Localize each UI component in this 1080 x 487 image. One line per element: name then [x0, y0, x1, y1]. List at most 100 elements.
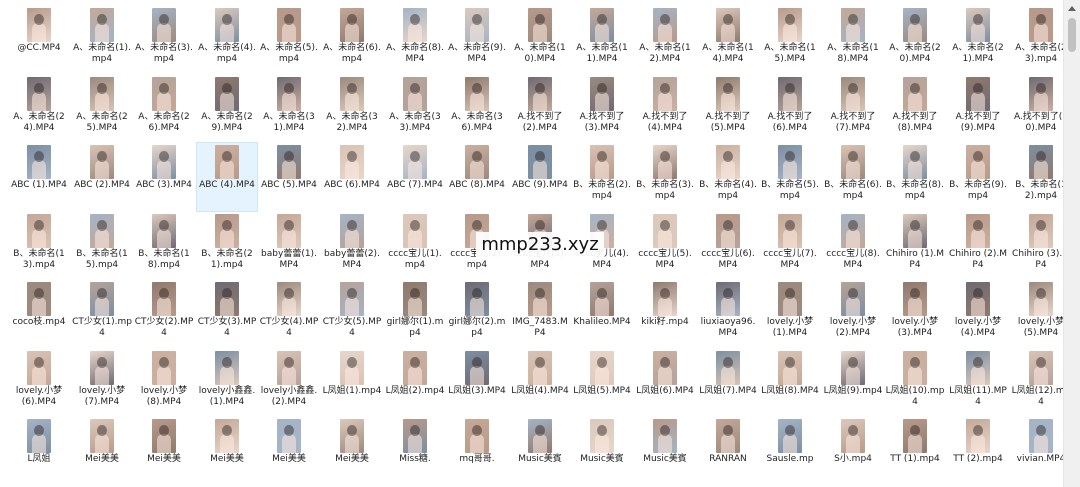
file-item[interactable]: ABC (6).MP4	[322, 143, 382, 211]
file-item[interactable]: coco枝.mp4	[9, 280, 69, 348]
file-item[interactable]: CT少女(2).MP4	[134, 280, 194, 348]
file-item[interactable]: cccc宝儿(7).MP4	[760, 212, 820, 280]
file-item[interactable]: Chihiro (1).MP4	[885, 212, 945, 280]
file-item[interactable]: A、未命名(4).mp4	[197, 6, 257, 74]
file-item[interactable]: A、未命名(5).mp4	[259, 6, 319, 74]
file-item[interactable]: ABC (9).MP4	[510, 143, 570, 211]
file-item[interactable]: A、未命名(32).MP4	[322, 75, 382, 143]
file-item[interactable]: A、未命名(11).MP4	[572, 6, 632, 74]
file-item[interactable]: girl娜尔(2).mp4	[447, 280, 507, 348]
file-item[interactable]: B、未命名(2).mp4	[572, 143, 632, 211]
file-item[interactable]: A、未命名(9).MP4	[447, 6, 507, 74]
file-item[interactable]: A、未命名(23).mp4	[1011, 6, 1064, 74]
file-item[interactable]: lovely.小梦(8).MP4	[134, 349, 194, 417]
file-item[interactable]: cccc宝儿(6).MP4	[698, 212, 758, 280]
file-item[interactable]: B、未命名(8).mp4	[885, 143, 945, 211]
file-item[interactable]: A、未命名(18).MP4	[823, 6, 883, 74]
file-item[interactable]: A、未命名(10).MP4	[510, 6, 570, 74]
file-item[interactable]: Mei美美	[322, 417, 382, 485]
file-item[interactable]: Chihiro (2).MP4	[948, 212, 1008, 280]
file-item[interactable]: ABC (1).MP4	[9, 143, 69, 211]
file-item[interactable]: A、未命名(3).mp4	[134, 6, 194, 74]
file-item[interactable]: L凤姐(1).mp4	[322, 349, 382, 417]
file-item[interactable]: A.找不到了(5).MP4	[698, 75, 758, 143]
file-item[interactable]: A.找不到了(7).MP4	[823, 75, 883, 143]
file-item[interactable]: A.找不到了(2).MP4	[510, 75, 570, 143]
file-item[interactable]: L凤姐(10).mp4	[885, 349, 945, 417]
file-item[interactable]: lovely.小梦(4).MP4	[948, 280, 1008, 348]
file-item[interactable]: A、未命名(6).mp4	[322, 6, 382, 74]
file-item[interactable]: lovely小鑫鑫.(1).MP4	[197, 349, 257, 417]
file-item[interactable]: cccc宝儿(1).mp4	[385, 212, 445, 280]
file-item[interactable]: Khalileo.MP4	[572, 280, 632, 348]
file-item[interactable]: A.找不到了(10).MP4	[1011, 75, 1064, 143]
file-item[interactable]: girl娜尔(1).mp4	[385, 280, 445, 348]
file-item[interactable]: mq哥哥.	[447, 417, 507, 485]
file-item[interactable]: A、未命名(12).MP4	[635, 6, 695, 74]
file-item[interactable]: lovely.小梦(1).MP4	[760, 280, 820, 348]
file-item[interactable]: L凤姐(7).MP4	[698, 349, 758, 417]
file-item[interactable]: A、未命名(1).mp4	[72, 6, 132, 74]
file-item[interactable]: L凤姐(3).MP4	[447, 349, 507, 417]
file-item[interactable]: cccc宝儿(8).MP4	[823, 212, 883, 280]
file-item[interactable]: lovely.小梦(7).MP4	[72, 349, 132, 417]
file-item[interactable]: L凤姐(9).mp4	[823, 349, 883, 417]
file-item[interactable]: lovely.小梦(5).MP4	[1011, 280, 1064, 348]
file-item[interactable]: ABC (4).MP4	[196, 142, 258, 212]
file-item[interactable]: lovely.小梦(3).MP4	[885, 280, 945, 348]
file-item[interactable]: B、未命名(21).mp4	[197, 212, 257, 280]
file-item[interactable]: L凤姐(6).MP4	[635, 349, 695, 417]
file-item[interactable]: L凤姐	[9, 417, 69, 485]
file-item[interactable]: L凤姐(12).mp4	[1011, 349, 1064, 417]
file-item[interactable]: B、未命名(15).mp4	[72, 212, 132, 280]
file-item[interactable]: CT少女(3).MP4	[197, 280, 257, 348]
file-item[interactable]: B、未命名(18).mp4	[134, 212, 194, 280]
file-item[interactable]: A.找不到了(8).MP4	[885, 75, 945, 143]
file-item[interactable]: A、未命名(33).MP4	[385, 75, 445, 143]
file-item[interactable]: A、未命名(8).MP4	[385, 6, 445, 74]
file-item[interactable]: A、未命名(36).MP4	[447, 75, 507, 143]
file-item[interactable]: B、未命名(3).mp4	[635, 143, 695, 211]
file-item[interactable]: @CC.MP4	[9, 6, 69, 74]
file-item[interactable]: lovely小鑫鑫.(2).MP4	[259, 349, 319, 417]
file-item[interactable]: B、未命名(4).mp4	[698, 143, 758, 211]
file-item[interactable]: Sausle.mp	[760, 417, 820, 485]
file-item[interactable]: Mei美美	[72, 417, 132, 485]
file-item[interactable]: L凤姐(4).MP4	[510, 349, 570, 417]
file-item[interactable]: B、未命名(6).mp4	[823, 143, 883, 211]
file-item[interactable]: A、未命名(20).MP4	[885, 6, 945, 74]
file-item[interactable]: Mei美美	[134, 417, 194, 485]
file-item[interactable]: vivian.MP4	[1011, 417, 1064, 485]
file-item[interactable]: TT (1).mp4	[885, 417, 945, 485]
file-item[interactable]: cccc宝儿(5).MP4	[635, 212, 695, 280]
scroll-up-arrow-icon[interactable]	[1064, 0, 1080, 16]
file-item[interactable]: ABC (3).MP4	[134, 143, 194, 211]
file-item[interactable]: liuxiaoya96.MP4	[698, 280, 758, 348]
file-item[interactable]: Chihiro (3).MP4	[1011, 212, 1064, 280]
file-item[interactable]: CT少女(4).MP4	[259, 280, 319, 348]
file-item[interactable]: A、未命名(15).MP4	[760, 6, 820, 74]
file-item[interactable]: B、未命名(12).mp4	[1011, 143, 1064, 211]
file-item[interactable]: ABC (2).MP4	[72, 143, 132, 211]
file-item[interactable]: Miss糖.	[385, 417, 445, 485]
file-item[interactable]: TT (2).mp4	[948, 417, 1008, 485]
file-item[interactable]: A、未命名(25).MP4	[72, 75, 132, 143]
file-item[interactable]: Mei美美	[259, 417, 319, 485]
file-item[interactable]: L凤姐(5).MP4	[572, 349, 632, 417]
file-item[interactable]: A、未命名(14).MP4	[698, 6, 758, 74]
file-item[interactable]: L凤姐(8).MP4	[760, 349, 820, 417]
file-item[interactable]: A、未命名(21).MP4	[948, 6, 1008, 74]
file-item[interactable]: baby蕾蕾(1).MP4	[259, 212, 319, 280]
scrollbar-thumb[interactable]	[1068, 18, 1076, 52]
file-item[interactable]: A、未命名(29).MP4	[197, 75, 257, 143]
file-item[interactable]: kiki籽.mp4	[635, 280, 695, 348]
file-item[interactable]: Music美賓	[635, 417, 695, 485]
file-item[interactable]: CT少女(1).mp4	[72, 280, 132, 348]
file-item[interactable]: ABC (8).MP4	[447, 143, 507, 211]
file-item[interactable]: A、未命名(26).MP4	[134, 75, 194, 143]
file-item[interactable]: baby蕾蕾(2).MP4	[322, 212, 382, 280]
file-item[interactable]: A.找不到了(3).MP4	[572, 75, 632, 143]
file-item[interactable]: Music美賓	[510, 417, 570, 485]
file-item[interactable]: A.找不到了(6).MP4	[760, 75, 820, 143]
file-item[interactable]: B、未命名(5).mp4	[760, 143, 820, 211]
